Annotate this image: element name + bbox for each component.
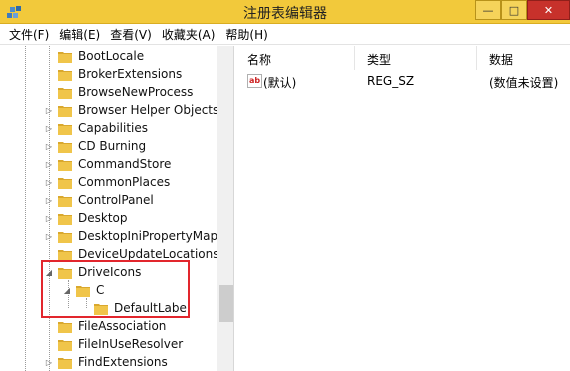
folder-icon [58, 358, 72, 369]
expander-icon[interactable]: ▷ [45, 179, 53, 187]
expander-icon[interactable]: ▷ [45, 107, 53, 115]
values-list: 名称 类型 数据 ab (默认) REG_SZ (数值未设置) [235, 46, 570, 371]
folder-icon [58, 160, 72, 171]
close-button[interactable]: ✕ [527, 0, 570, 20]
expander-icon[interactable]: ▷ [45, 197, 53, 205]
value-name: (默认) [263, 76, 297, 90]
folder-icon [58, 232, 72, 243]
folder-icon [58, 214, 72, 225]
expander-icon[interactable] [45, 323, 53, 331]
tree-item[interactable]: BrokerExtensions [0, 66, 220, 84]
tree-item[interactable]: ▷ Browser Helper Objects [0, 102, 220, 120]
tree-item[interactable]: ▷ CommonPlaces [0, 174, 220, 192]
folder-icon [58, 106, 72, 117]
value-type: REG_SZ [367, 74, 415, 88]
expander-icon[interactable] [45, 341, 53, 349]
tree-item[interactable]: ▷ FindExtensions [0, 354, 220, 371]
tree-item-label: CommonPlaces [78, 175, 171, 189]
menu-file[interactable]: 文件(F) [4, 26, 54, 43]
expander-icon[interactable]: ▷ [45, 215, 53, 223]
tree-item-label: BrokerExtensions [78, 67, 183, 81]
folder-icon [58, 196, 72, 207]
expander-icon[interactable]: ▷ [45, 233, 53, 241]
tree-item[interactable]: BrowseNewProcess [0, 84, 220, 102]
folder-icon [58, 340, 72, 351]
tree-item[interactable]: FileInUseResolver [0, 336, 220, 354]
highlight-annotation [41, 260, 190, 318]
menu-view[interactable]: 查看(V) [105, 26, 157, 43]
tree-item[interactable]: ▷ Desktop [0, 210, 220, 228]
folder-icon [58, 178, 72, 189]
folder-icon [58, 88, 72, 99]
expander-icon[interactable] [45, 89, 53, 97]
value-data: (数值未设置) [489, 76, 559, 90]
expander-icon[interactable]: ▷ [45, 161, 53, 169]
menu-help[interactable]: 帮助(H) [220, 26, 272, 43]
tree-item[interactable]: BootLocale [0, 48, 220, 66]
tree-item[interactable]: ▷ DesktopIniPropertyMap [0, 228, 220, 246]
maximize-button[interactable]: □ [501, 0, 527, 20]
column-header-type[interactable]: 类型 [355, 46, 477, 70]
minimize-button[interactable]: — [475, 0, 501, 20]
column-header-data[interactable]: 数据 [477, 46, 570, 70]
tree-item[interactable]: FileAssociation [0, 318, 220, 336]
expander-icon[interactable] [45, 53, 53, 61]
tree-item-label: CommandStore [78, 157, 172, 171]
expander-icon[interactable]: ▷ [45, 125, 53, 133]
folder-icon [58, 124, 72, 135]
registry-tree[interactable]: BootLocale BrokerExtensions BrowseNewProce… [0, 46, 234, 371]
tree-item-label: Desktop [78, 211, 128, 225]
folder-icon [58, 52, 72, 63]
tree-item[interactable]: ▷ CD Burning [0, 138, 220, 156]
folder-icon [58, 322, 72, 333]
expander-icon[interactable]: ▷ [45, 143, 53, 151]
tree-scrollbar[interactable] [217, 46, 233, 371]
expander-icon[interactable] [45, 71, 53, 79]
tree-item[interactable]: ▷ CommandStore [0, 156, 220, 174]
tree-item-label: CD Burning [78, 139, 147, 153]
expander-icon[interactable]: ▷ [45, 359, 53, 367]
menu-bar: 文件(F) 编辑(E) 查看(V) 收藏夹(A) 帮助(H) [0, 24, 570, 45]
menu-edit[interactable]: 编辑(E) [54, 26, 105, 43]
column-header-name[interactable]: 名称 [235, 46, 355, 70]
tree-item-label: FileInUseResolver [78, 337, 184, 351]
tree-item-label: Browser Helper Objects [78, 103, 220, 117]
tree-item[interactable]: ▷ Capabilities [0, 120, 220, 138]
tree-item-label: BrowseNewProcess [78, 85, 194, 99]
folder-icon [58, 70, 72, 81]
menu-favorites[interactable]: 收藏夹(A) [157, 26, 221, 43]
tree-item-label: DesktopIniPropertyMap [78, 229, 219, 243]
tree-item[interactable]: ▷ ControlPanel [0, 192, 220, 210]
tree-item-label: BootLocale [78, 49, 145, 63]
tree-item-label: FileAssociation [78, 319, 167, 333]
title-bar: 注册表编辑器 — □ ✕ [0, 0, 570, 24]
string-value-icon: ab [247, 74, 262, 88]
tree-item-label: DeviceUpdateLocations [78, 247, 220, 261]
folder-icon [58, 142, 72, 153]
expander-icon[interactable] [45, 251, 53, 259]
tree-scroll-thumb[interactable] [219, 285, 233, 322]
value-row[interactable]: ab (默认) REG_SZ (数值未设置) [235, 72, 570, 92]
tree-item-label: Capabilities [78, 121, 148, 135]
tree-item-label: FindExtensions [78, 355, 168, 369]
tree-item-label: ControlPanel [78, 193, 154, 207]
